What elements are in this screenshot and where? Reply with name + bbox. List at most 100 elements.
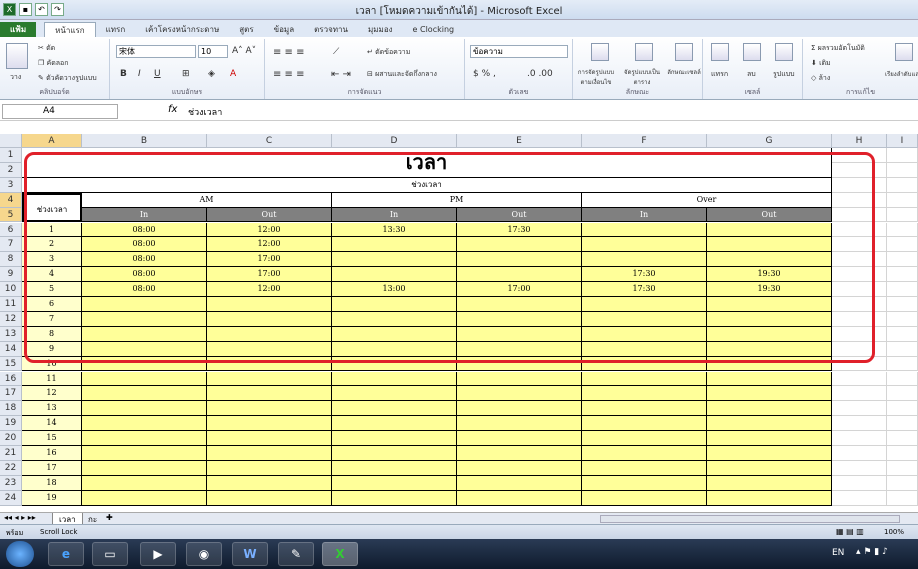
row-number-cell[interactable]: 6 (22, 297, 82, 312)
row-header-8[interactable]: 8 (0, 252, 22, 268)
percent-icon[interactable]: $ % , (473, 69, 496, 79)
empty-cell[interactable] (832, 326, 887, 342)
font-size-select[interactable]: 10 (198, 45, 228, 58)
number-format-select[interactable]: ข้อความ (470, 45, 568, 58)
fx-icon[interactable]: fx (168, 104, 177, 115)
empty-cell[interactable] (887, 401, 918, 417)
empty-cell[interactable] (832, 222, 887, 238)
empty-cell[interactable] (887, 207, 918, 223)
row-number-cell[interactable]: 2 (22, 237, 82, 253)
font-name-select[interactable]: 宋体 (116, 45, 196, 58)
time-cell[interactable] (707, 416, 832, 432)
empty-cell[interactable] (887, 431, 918, 446)
group-header-2[interactable]: Over (582, 192, 832, 208)
row-header-15[interactable]: 15 (0, 356, 22, 372)
time-cell[interactable] (82, 341, 207, 357)
horizontal-scrollbar[interactable] (600, 515, 900, 523)
time-cell[interactable] (82, 460, 207, 476)
row-number-cell[interactable]: 18 (22, 475, 82, 491)
time-cell[interactable] (332, 386, 457, 402)
time-cell[interactable] (207, 431, 332, 446)
insert-cells-button[interactable]: แทรก (711, 69, 728, 80)
word-icon[interactable]: W (232, 542, 268, 566)
row-header-18[interactable]: 18 (0, 401, 22, 417)
time-cell[interactable] (332, 401, 457, 417)
time-cell[interactable] (332, 326, 457, 342)
time-cell[interactable] (707, 401, 832, 417)
column-header-E[interactable]: E (457, 134, 582, 148)
empty-cell[interactable] (832, 416, 887, 432)
empty-cell[interactable] (832, 490, 887, 506)
empty-cell[interactable] (887, 222, 918, 238)
empty-cell[interactable] (887, 341, 918, 357)
border-icon[interactable]: ⊞ (182, 69, 190, 79)
empty-cell[interactable] (887, 446, 918, 461)
align-top-icon[interactable]: ≡ ≡ ≡ (273, 47, 305, 58)
time-cell[interactable] (707, 222, 832, 238)
time-cell[interactable] (332, 267, 457, 283)
time-cell[interactable]: 17:30 (582, 282, 707, 297)
time-cell[interactable]: 08:00 (82, 282, 207, 297)
empty-cell[interactable] (887, 490, 918, 506)
worksheet-grid[interactable]: A B C D E F G H I 1 2 3 4 5 6 7 8 9 10 11 12 13 14 15 16 17 18 19 20… (0, 134, 918, 512)
time-cell[interactable] (582, 326, 707, 342)
time-cell[interactable] (82, 401, 207, 417)
time-cell[interactable] (207, 446, 332, 461)
empty-cell[interactable] (887, 267, 918, 283)
format-cells-icon[interactable] (775, 43, 793, 61)
time-cell[interactable] (207, 416, 332, 432)
sheet-title[interactable]: เวลา (22, 148, 832, 178)
sub-header-4[interactable]: In (582, 207, 707, 223)
delete-cells-icon[interactable] (743, 43, 761, 61)
row-number-cell[interactable]: 11 (22, 371, 82, 387)
empty-cell[interactable] (887, 237, 918, 253)
time-cell[interactable] (82, 416, 207, 432)
cell-styles-button[interactable]: ลักษณะเซลล์ (667, 67, 701, 77)
internet-explorer-icon[interactable]: e (48, 542, 84, 566)
format-table-icon[interactable] (635, 43, 653, 61)
time-cell[interactable] (707, 386, 832, 402)
row-number-cell[interactable]: 9 (22, 341, 82, 357)
row-header-4[interactable]: 4 (0, 192, 22, 208)
column-header-H[interactable]: H (832, 134, 887, 148)
media-player-icon[interactable]: ▶ (140, 542, 176, 566)
font-color-icon[interactable]: A (230, 69, 236, 79)
time-cell[interactable] (207, 386, 332, 402)
row-number-cell[interactable]: 12 (22, 386, 82, 402)
time-cell[interactable] (82, 490, 207, 506)
paste-icon[interactable] (6, 43, 28, 69)
time-cell[interactable] (332, 460, 457, 476)
indent-icon[interactable]: ⇤ ⇥ (331, 69, 351, 80)
row-header-7[interactable]: 7 (0, 237, 22, 253)
row-header-2[interactable]: 2 (0, 162, 22, 178)
column-header-F[interactable]: F (582, 134, 707, 148)
row-header-16[interactable]: 16 (0, 371, 22, 387)
empty-cell[interactable] (832, 297, 887, 312)
time-cell[interactable] (207, 326, 332, 342)
format-cells-button[interactable]: รูปแบบ (773, 69, 795, 80)
empty-cell[interactable] (832, 386, 887, 402)
language-indicator[interactable]: EN (832, 548, 844, 558)
time-cell[interactable]: 17:00 (457, 282, 582, 297)
row-header-14[interactable]: 14 (0, 341, 22, 357)
tab-file[interactable]: แฟ้ม (0, 22, 37, 37)
empty-cell[interactable] (887, 460, 918, 476)
empty-cell[interactable] (832, 252, 887, 268)
empty-cell[interactable] (832, 356, 887, 372)
empty-cell[interactable] (832, 401, 887, 417)
row-number-cell[interactable]: 10 (22, 356, 82, 372)
row-header-6[interactable]: 6 (0, 222, 22, 238)
time-cell[interactable]: 19:30 (707, 282, 832, 297)
row-header-10[interactable]: 10 (0, 282, 22, 297)
time-cell[interactable] (707, 460, 832, 476)
start-button-icon[interactable] (6, 541, 34, 567)
empty-cell[interactable] (887, 192, 918, 208)
row-header-11[interactable]: 11 (0, 297, 22, 312)
empty-cell[interactable] (832, 177, 887, 193)
empty-cell[interactable] (832, 371, 887, 387)
time-cell[interactable]: 19:30 (707, 267, 832, 283)
tray-icons[interactable]: ▴ ⚑ ▮ ♪ (856, 547, 888, 557)
time-cell[interactable] (207, 341, 332, 357)
time-cell[interactable] (207, 490, 332, 506)
time-cell[interactable] (82, 446, 207, 461)
